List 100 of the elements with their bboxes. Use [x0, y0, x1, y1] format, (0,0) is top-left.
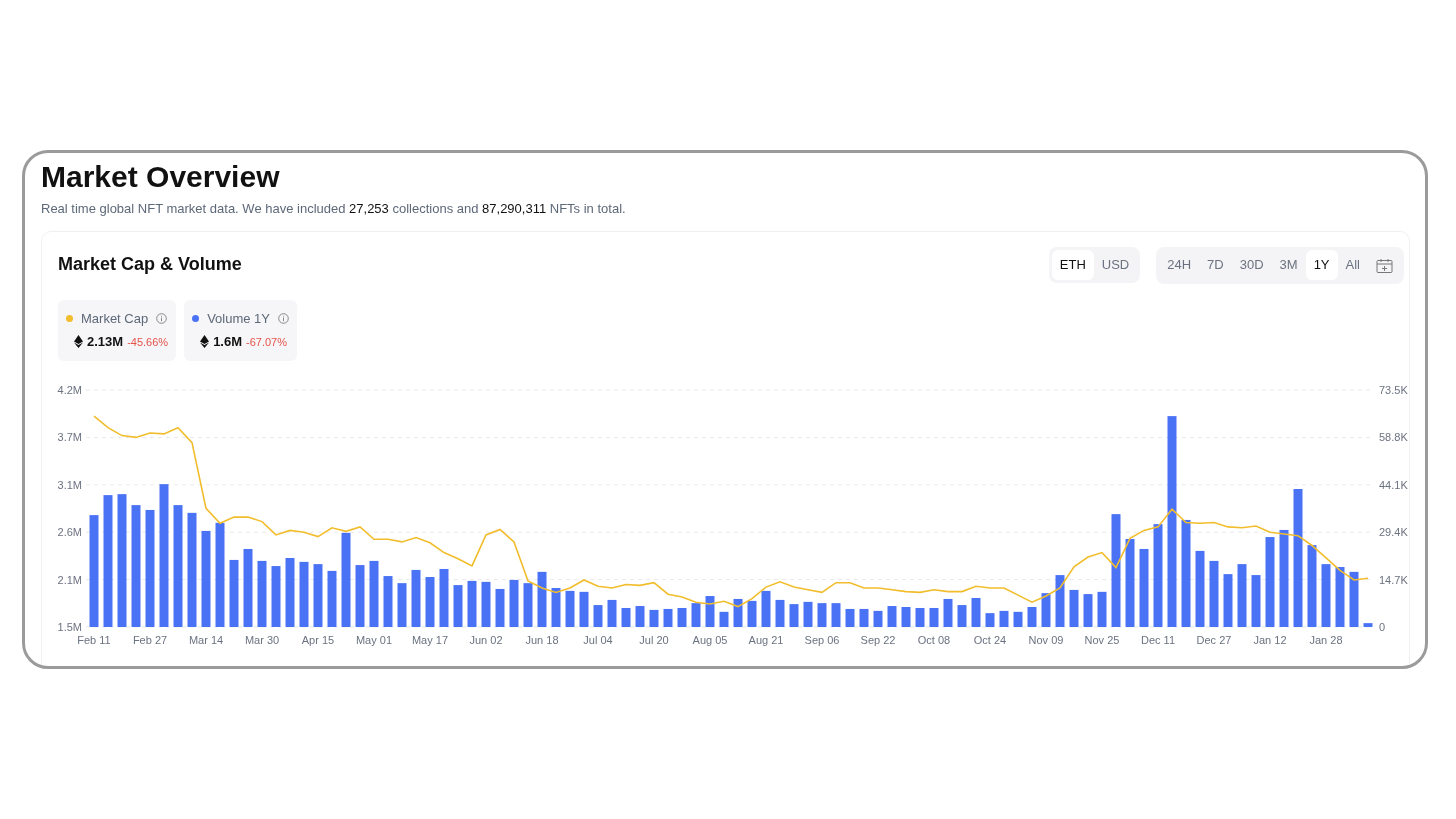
- y-axis-label: 44.1K: [1379, 478, 1408, 491]
- volume-bar: [705, 595, 715, 627]
- volume-bar: [257, 560, 267, 627]
- x-axis-label: Oct 24: [973, 633, 1007, 646]
- percent-change: -45.66%: [127, 334, 169, 350]
- volume-bar: [649, 609, 659, 627]
- volume-bar: [985, 612, 995, 627]
- x-axis-label: Jul 20: [639, 633, 669, 646]
- y-axis-label: 3.1M: [57, 478, 82, 491]
- currency-option[interactable]: ETH: [1051, 250, 1094, 281]
- x-axis-label: Jan 12: [1253, 633, 1287, 646]
- volume-bar: [439, 568, 449, 627]
- volume-bar: [1321, 563, 1331, 627]
- volume-bar: [1335, 566, 1345, 627]
- range-option[interactable]: 7D: [1199, 250, 1232, 281]
- range-option[interactable]: 1Y: [1305, 250, 1338, 281]
- range-option[interactable]: 3M: [1271, 250, 1306, 281]
- volume-bar: [1349, 571, 1359, 627]
- page-title: Market Overview: [41, 159, 281, 195]
- volume-bar: [663, 608, 673, 627]
- volume-bar: [425, 576, 435, 627]
- volume-bar: [467, 580, 477, 627]
- ethereum-icon: [200, 335, 210, 349]
- volume-bar: [929, 607, 939, 627]
- volume-bar: [635, 605, 645, 627]
- info-icon: [156, 312, 168, 324]
- range-option[interactable]: 24H: [1159, 250, 1200, 281]
- volume-bar: [845, 608, 855, 627]
- x-axis-label: Feb 11: [77, 633, 111, 646]
- volume-bar: [383, 575, 393, 627]
- range-option[interactable]: 30D: [1231, 250, 1272, 281]
- volume-bar: [747, 600, 757, 627]
- volume-bar: [761, 590, 771, 627]
- volume-bar: [719, 611, 729, 627]
- volume-bar: [901, 606, 911, 627]
- x-axis-label: Jul 04: [583, 633, 613, 646]
- volume-bar: [229, 559, 239, 627]
- volume-bar: [1251, 574, 1261, 627]
- volume-bar: [481, 581, 491, 627]
- y-axis-label: 58.8K: [1379, 430, 1408, 443]
- volume-bar: [971, 597, 981, 627]
- x-axis-label: Sep 22: [860, 633, 896, 646]
- volume-bar: [817, 602, 827, 627]
- volume-bar: [915, 607, 925, 627]
- volume-bar: [369, 560, 379, 627]
- volume-bar: [509, 579, 519, 627]
- volume-bar: [957, 604, 967, 627]
- x-axis-label: Jun 18: [525, 633, 559, 646]
- y-axis-label: 4.2M: [57, 383, 82, 396]
- x-axis-label: Aug 21: [748, 633, 784, 646]
- volume-bar: [593, 604, 603, 627]
- currency-option[interactable]: USD: [1093, 250, 1138, 281]
- page-description: Real time global NFT market data. We have included 27,253 collections and 87,290,311 NFTs in total.: [41, 201, 627, 217]
- x-axis-label: Nov 25: [1084, 633, 1120, 646]
- y-axis-label: 3.7M: [57, 430, 82, 443]
- x-axis-label: Mar 14: [188, 633, 224, 646]
- volume-bar: [523, 582, 533, 627]
- volume-bar: [271, 565, 281, 627]
- volume-bar: [1013, 611, 1023, 627]
- x-axis-label: Dec 11: [1141, 633, 1175, 646]
- x-axis-label: Dec 27: [1196, 633, 1232, 646]
- x-axis-label: Oct 08: [917, 633, 951, 646]
- range-option[interactable]: All: [1337, 250, 1368, 281]
- volume-bar: [1041, 592, 1051, 627]
- volume-bar: [565, 590, 575, 627]
- volume-bar: [943, 598, 953, 627]
- volume-bar: [831, 602, 841, 627]
- y-axis-label: 73.5K: [1379, 383, 1408, 396]
- x-axis-label: Jun 02: [469, 633, 503, 646]
- volume-bar: [789, 603, 799, 627]
- volume-bar: [1237, 563, 1247, 627]
- calendar-icon: [1376, 257, 1393, 274]
- volume-bar: [775, 599, 785, 627]
- legend-label: Volume 1Y: [207, 309, 270, 328]
- volume-bar: [299, 561, 309, 627]
- card-title: Market Cap & Volume: [58, 254, 242, 277]
- legend-label: Market Cap: [81, 309, 149, 328]
- volume-bar: [411, 569, 421, 627]
- volume-bar: [1209, 560, 1219, 627]
- x-axis-label: Jan 28: [1309, 633, 1343, 646]
- x-axis-label: Apr 15: [301, 633, 335, 646]
- volume-bar: [355, 564, 365, 627]
- volume-bar: [859, 608, 869, 627]
- y-axis-label: 2.6M: [57, 525, 82, 538]
- legend-value: 2.13M: [87, 333, 124, 352]
- volume-bar: [999, 610, 1009, 627]
- volume-bar: [579, 591, 589, 627]
- x-axis-label: May 17: [411, 633, 449, 646]
- y-axis-label: 1.5M: [57, 620, 82, 633]
- y-axis-label: 14.7K: [1379, 573, 1408, 586]
- x-axis-label: Aug 05: [692, 633, 728, 646]
- x-axis-label: May 01: [355, 633, 393, 646]
- volume-bar: [327, 570, 337, 627]
- x-axis-label: Mar 30: [244, 633, 280, 646]
- volume-bar: [887, 605, 897, 627]
- x-axis-label: Sep 06: [804, 633, 840, 646]
- volume-bar: [1083, 593, 1093, 627]
- volume-bar: [1223, 573, 1233, 627]
- volume-bar: [1027, 606, 1037, 627]
- volume-bar: [691, 602, 701, 627]
